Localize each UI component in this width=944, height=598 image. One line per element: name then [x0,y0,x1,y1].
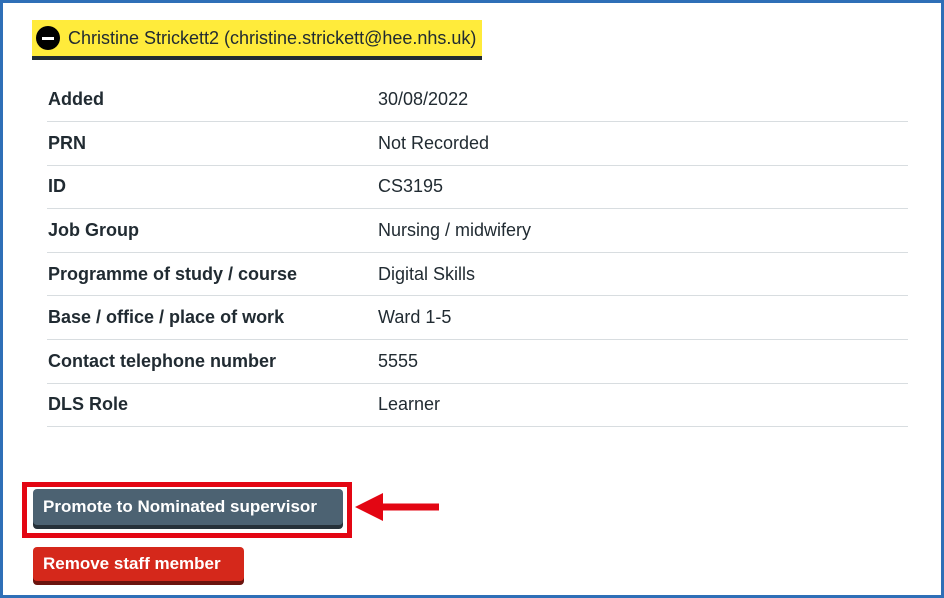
promote-supervisor-button[interactable]: Promote to Nominated supervisor [33,489,343,525]
row-key-base: Base / office / place of work [48,307,285,328]
row-value-job-group: Nursing / midwifery [378,220,532,241]
remove-staff-button[interactable]: Remove staff member [33,547,244,581]
table-row: Base / office / place of work Ward 1-5 [47,296,908,340]
row-value-programme: Digital Skills [378,263,476,284]
table-row: PRN Not Recorded [47,122,908,166]
row-key-id: ID [48,176,66,197]
row-key-job-group: Job Group [48,220,139,241]
row-value-base: Ward 1-5 [378,307,452,328]
table-row: DLS Role Learner [47,383,908,427]
table-row: Added 30/08/2022 [47,78,908,122]
minus-circle-icon [36,26,60,50]
arrow-left-icon [355,493,439,521]
row-key-telephone: Contact telephone number [48,350,277,371]
table-row: Job Group Nursing / midwifery [47,209,908,253]
staff-details-summary[interactable]: Christine Strickett2 (christine.stricket… [32,20,483,60]
row-value-id: CS3195 [378,176,444,197]
row-key-dls-role: DLS Role [48,394,129,415]
row-key-added: Added [48,89,104,110]
row-value-telephone: 5555 [378,350,419,371]
row-key-programme: Programme of study / course [48,263,298,284]
table-row: Programme of study / course Digital Skil… [47,252,908,296]
table-row: Contact telephone number 5555 [47,340,908,384]
row-value-dls-role: Learner [378,394,441,415]
staff-details-table: Added 30/08/2022 PRN Not Recorded ID CS3… [47,78,908,427]
row-key-prn: PRN [48,132,87,153]
staff-name-email: Christine Strickett2 (christine.stricket… [68,27,477,48]
row-value-added: 30/08/2022 [378,89,469,110]
row-value-prn: Not Recorded [378,132,490,153]
table-row: ID CS3195 [47,165,908,209]
